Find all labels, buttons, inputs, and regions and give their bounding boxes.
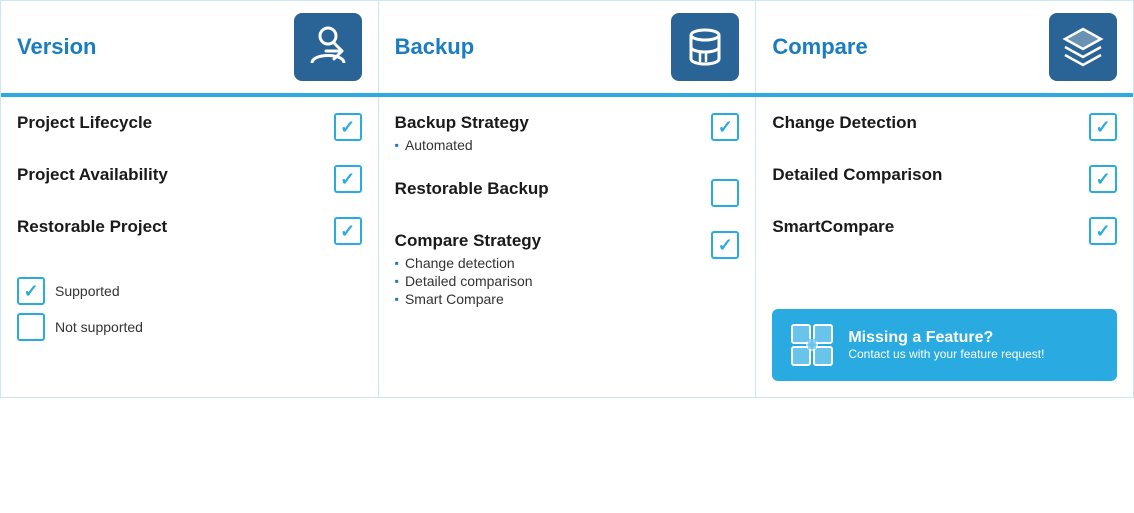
feature-row: Detailed Comparison — [772, 165, 1117, 193]
feature-title: Restorable Project — [17, 217, 322, 237]
backup-svg — [681, 23, 729, 71]
backup-header: Backup — [379, 1, 757, 93]
feature-row: Restorable Project — [17, 217, 362, 245]
missing-feature-puzzle-icon — [788, 321, 836, 369]
unchecked-icon — [711, 179, 739, 207]
feature-title: Change Detection — [772, 113, 1077, 133]
checked-icon — [1089, 217, 1117, 245]
legend-not-supported: Not supported — [17, 313, 362, 341]
missing-feature-banner[interactable]: Missing a Feature? Contact us with your … — [772, 309, 1117, 381]
legend-checked-icon — [17, 277, 45, 305]
compare-header: Compare — [756, 1, 1133, 93]
feature-bullets: Automated — [395, 137, 700, 153]
backup-icon — [671, 13, 739, 81]
compare-icon — [1049, 13, 1117, 81]
project-availability-checkbox — [334, 165, 362, 193]
bullet-item: Automated — [395, 137, 700, 153]
missing-feature-title: Missing a Feature? — [848, 329, 1044, 347]
feature-title: Project Lifecycle — [17, 113, 322, 133]
bullet-item: Change detection — [395, 255, 700, 271]
content-area: Project Lifecycle Project Availability R… — [1, 97, 1133, 397]
missing-feature-text: Missing a Feature? Contact us with your … — [848, 329, 1044, 361]
compare-section-inner: Change Detection Detailed Comparison — [772, 113, 1117, 381]
change-detection-checkbox — [1089, 113, 1117, 141]
feature-text: Change Detection — [772, 113, 1077, 137]
legend-not-supported-label: Not supported — [55, 319, 143, 335]
feature-text: Restorable Project — [17, 217, 322, 241]
checked-icon — [334, 113, 362, 141]
feature-row: Backup Strategy Automated — [395, 113, 740, 155]
feature-row: Change Detection — [772, 113, 1117, 141]
header-row: Version Backup — [1, 1, 1133, 95]
feature-text: Restorable Backup — [395, 179, 700, 203]
checked-icon — [334, 165, 362, 193]
backup-label: Backup — [395, 34, 474, 60]
feature-text: Project Lifecycle — [17, 113, 322, 137]
legend-supported-label: Supported — [55, 283, 120, 299]
feature-title: Backup Strategy — [395, 113, 700, 133]
feature-row: Project Availability — [17, 165, 362, 193]
smartcompare-checkbox — [1089, 217, 1117, 245]
version-icon — [294, 13, 362, 81]
feature-text: Compare Strategy Change detection Detail… — [395, 231, 700, 309]
compare-section: Change Detection Detailed Comparison — [756, 97, 1133, 397]
missing-feature-subtitle: Contact us with your feature request! — [848, 347, 1044, 361]
detailed-comparison-checkbox — [1089, 165, 1117, 193]
compare-svg — [1059, 23, 1107, 71]
feature-title: SmartCompare — [772, 217, 1077, 237]
feature-text: Backup Strategy Automated — [395, 113, 700, 155]
feature-title: Restorable Backup — [395, 179, 700, 199]
feature-bullets: Change detection Detailed comparison Sma… — [395, 255, 700, 307]
checked-icon — [1089, 113, 1117, 141]
feature-row: Compare Strategy Change detection Detail… — [395, 231, 740, 309]
compare-strategy-checkbox — [711, 231, 739, 259]
checked-icon — [1089, 165, 1117, 193]
checked-icon — [711, 231, 739, 259]
version-section: Project Lifecycle Project Availability R… — [1, 97, 379, 397]
bullet-item: Detailed comparison — [395, 273, 700, 289]
feature-row: SmartCompare — [772, 217, 1117, 245]
missing-feature-wrapper: Missing a Feature? Contact us with your … — [772, 269, 1117, 381]
backup-strategy-checkbox — [711, 113, 739, 141]
feature-title: Project Availability — [17, 165, 322, 185]
checked-icon — [711, 113, 739, 141]
checked-icon — [334, 217, 362, 245]
feature-text: Project Availability — [17, 165, 322, 189]
feature-title: Compare Strategy — [395, 231, 700, 251]
feature-row: Project Lifecycle — [17, 113, 362, 141]
bullet-item: Smart Compare — [395, 291, 700, 307]
legend-supported: Supported — [17, 277, 362, 305]
legend-unchecked-icon — [17, 313, 45, 341]
feature-text: Detailed Comparison — [772, 165, 1077, 189]
restorable-project-checkbox — [334, 217, 362, 245]
version-svg — [304, 23, 352, 71]
feature-title: Detailed Comparison — [772, 165, 1077, 185]
backup-section: Backup Strategy Automated Restorable Bac… — [379, 97, 757, 397]
version-label: Version — [17, 34, 96, 60]
legend: Supported Not supported — [17, 277, 362, 341]
feature-text: SmartCompare — [772, 217, 1077, 241]
feature-row: Restorable Backup — [395, 179, 740, 207]
project-lifecycle-checkbox — [334, 113, 362, 141]
version-header: Version — [1, 1, 379, 93]
compare-label: Compare — [772, 34, 867, 60]
restorable-backup-checkbox — [711, 179, 739, 207]
